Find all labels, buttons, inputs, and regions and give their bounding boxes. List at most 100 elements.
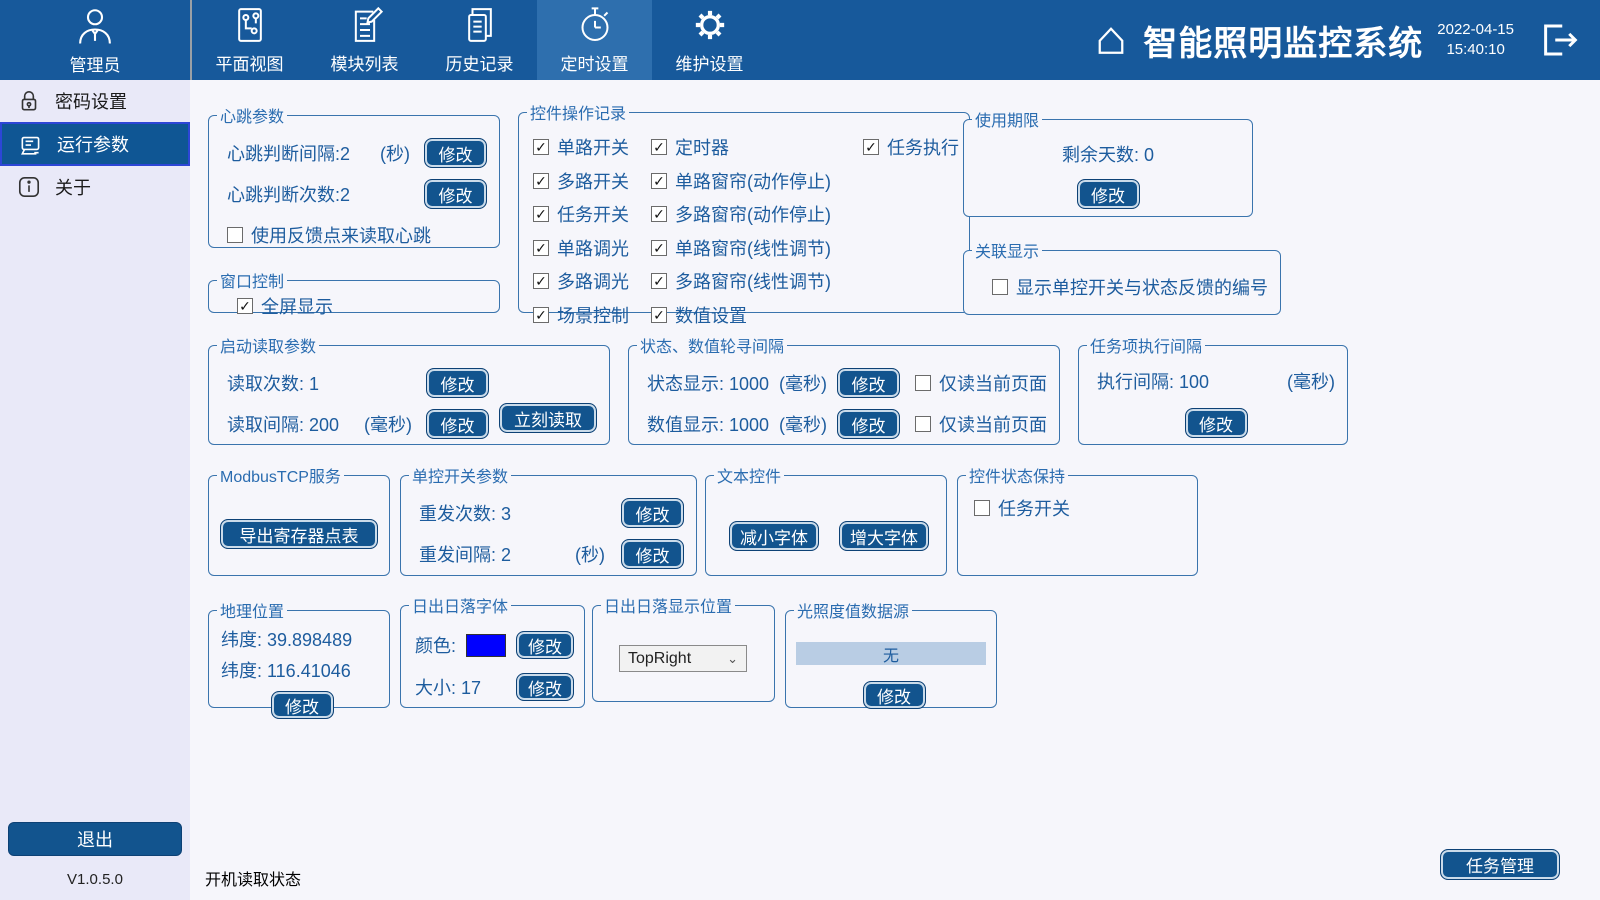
assoc-checkbox[interactable]: 显示单控开关与状态反馈的编号 (992, 274, 1268, 300)
checkbox-label: 场景控制 (557, 302, 629, 328)
record-checkbox[interactable]: ✓多路开关 (533, 168, 651, 194)
nav-plan-view[interactable]: 平面视图 (192, 0, 307, 80)
checkbox-label: 单路窗帘(线性调节) (675, 235, 831, 261)
record-column-1: ✓单路开关 ✓多路开关 ✓任务开关 ✓单路调光 ✓多路调光 ✓场景控制 (533, 134, 651, 328)
home-icon (1093, 22, 1129, 58)
color-label: 颜色: (415, 632, 456, 658)
checkbox-box (974, 500, 990, 516)
task-switch-checkbox[interactable]: 任务开关 (974, 495, 1070, 521)
record-checkbox[interactable]: ✓多路窗帘(线性调节) (651, 268, 863, 294)
gear-icon (690, 5, 730, 45)
record-checkbox[interactable]: ✓单路开关 (533, 134, 651, 160)
panel-title: ModbusTCP服务 (217, 463, 344, 487)
version-text: V1.0.5.0 (0, 871, 190, 888)
record-checkbox[interactable]: ✓场景控制 (533, 302, 651, 328)
increase-font-button[interactable]: 增大字体 (839, 521, 929, 551)
checkbox-label: 定时器 (675, 134, 729, 160)
read-interval-label: 读取间隔: 200 (227, 411, 339, 437)
exit-button[interactable]: 退出 (8, 822, 182, 856)
panel-sunrise-font: 日出日落字体 颜色: 修改 大小: 17 修改 (400, 593, 585, 708)
time-text: 15:40:10 (1437, 40, 1514, 60)
user-block[interactable]: 管理员 (0, 0, 190, 80)
record-checkbox[interactable]: ✓ 单路窗帘(线性调节) (651, 235, 863, 261)
heartbeat-count-modify-button[interactable]: 修改 (424, 179, 487, 209)
checkbox-box: ✓ (651, 240, 667, 256)
status-display-modify-button[interactable]: 修改 (837, 368, 900, 398)
nav-module-list[interactable]: 模块列表 (307, 0, 422, 80)
record-checkbox[interactable]: ✓任务开关 (533, 201, 651, 227)
record-checkbox[interactable]: ✓ 多路调光 (533, 268, 651, 294)
retry-interval-modify-button[interactable]: 修改 (621, 539, 684, 569)
remaining-days-label: 剩余天数: 0 (1062, 141, 1154, 167)
panel-title: 启动读取参数 (217, 333, 319, 357)
panel-window-control: 窗口控制 ✓ 全屏显示 (208, 268, 500, 313)
record-checkbox[interactable]: ✓单路调光 (533, 235, 651, 261)
status-current-page-checkbox[interactable]: 仅读当前页面 (915, 370, 1047, 396)
value-display-modify-button[interactable]: 修改 (837, 409, 900, 439)
checkbox-label: 任务开关 (557, 201, 629, 227)
checkbox-box: ✓ (651, 139, 667, 155)
panel-task-exec-interval: 任务项执行间隔 执行间隔: 100 (毫秒) 修改 (1078, 333, 1348, 445)
sidebar-item-about[interactable]: 关于 (0, 166, 190, 208)
geo-modify-button[interactable]: 修改 (271, 691, 334, 719)
lux-source-modify-button[interactable]: 修改 (863, 681, 926, 709)
retry-count-modify-button[interactable]: 修改 (621, 498, 684, 528)
sunrise-position-select[interactable]: TopRight ⌄ (619, 645, 747, 672)
panel-usage-period: 使用期限 剩余天数: 0 修改 (963, 107, 1253, 217)
exec-interval-label: 执行间隔: 100 (1097, 368, 1209, 394)
font-color-swatch[interactable] (466, 634, 506, 657)
read-interval-modify-button[interactable]: 修改 (426, 409, 489, 439)
record-checkbox[interactable]: ✓任务执行 (863, 134, 959, 160)
record-checkbox[interactable]: ✓单路窗帘(动作停止) (651, 168, 863, 194)
exec-interval-modify-button[interactable]: 修改 (1185, 408, 1248, 438)
checkbox-label: 多路调光 (557, 268, 629, 294)
heartbeat-interval-modify-button[interactable]: 修改 (424, 138, 487, 168)
fullscreen-checkbox[interactable]: ✓ 全屏显示 (237, 293, 333, 319)
module-list-icon (345, 5, 385, 45)
read-interval-unit: (毫秒) (364, 411, 412, 437)
checkbox-box (227, 227, 243, 243)
checkbox-box (915, 375, 931, 391)
checkbox-label: 仅读当前页面 (939, 411, 1047, 437)
exec-interval-unit: (毫秒) (1287, 368, 1335, 394)
header: 管理员 平面视图 模块列表 (0, 0, 1600, 80)
feedback-heartbeat-checkbox[interactable]: 使用反馈点来读取心跳 (227, 222, 431, 248)
stopwatch-icon (575, 5, 615, 45)
font-size-modify-button[interactable]: 修改 (516, 673, 574, 701)
value-current-page-checkbox[interactable]: 仅读当前页面 (915, 411, 1047, 437)
decrease-font-button[interactable]: 减小字体 (729, 521, 819, 551)
select-value: TopRight (628, 650, 691, 668)
panel-text-widget: 文本控件 减小字体 增大字体 (705, 463, 947, 576)
checkbox-label: 单路开关 (557, 134, 629, 160)
checkbox-box: ✓ (533, 240, 549, 256)
record-checkbox[interactable]: ✓多路窗帘(动作停止) (651, 201, 863, 227)
checkbox-label: 显示单控开关与状态反馈的编号 (1016, 274, 1268, 300)
expiry-modify-button[interactable]: 修改 (1077, 179, 1140, 209)
task-manage-button[interactable]: 任务管理 (1440, 849, 1560, 880)
nav-maintenance-settings[interactable]: 维护设置 (652, 0, 767, 80)
checkbox-box: ✓ (533, 273, 549, 289)
record-column-3: ✓任务执行 (863, 134, 959, 328)
longitude-label: 纬度: 116.41046 (221, 657, 351, 683)
sidebar-item-run-parameters[interactable]: 运行参数 (0, 122, 190, 166)
read-now-button[interactable]: 立刻读取 (499, 403, 597, 433)
main-content: 心跳参数 心跳判断间隔:2 (秒) 修改 心跳判断次数:2 修改 使用反馈点来读… (190, 80, 1600, 900)
record-checkbox[interactable]: ✓数值设置 (651, 302, 863, 328)
sidebar-item-label: 密码设置 (55, 88, 127, 114)
sidebar-item-label: 运行参数 (57, 131, 129, 157)
checkbox-box: ✓ (651, 173, 667, 189)
logout-button[interactable] (1536, 0, 1578, 80)
read-count-modify-button[interactable]: 修改 (426, 368, 489, 398)
heartbeat-interval-label: 心跳判断间隔:2 (227, 140, 350, 166)
checkbox-label: 多路窗帘(线性调节) (675, 268, 831, 294)
nav-history[interactable]: 历史记录 (422, 0, 537, 80)
datetime: 2022-04-15 15:40:10 (1437, 0, 1514, 80)
panel-title: 控件状态保持 (966, 463, 1068, 487)
sidebar-item-password-settings[interactable]: 密码设置 (0, 80, 190, 122)
nav-timer-settings[interactable]: 定时设置 (537, 0, 652, 80)
record-checkbox[interactable]: ✓ 定时器 (651, 134, 863, 160)
date-text: 2022-04-15 (1437, 20, 1514, 40)
heartbeat-count-label: 心跳判断次数:2 (227, 181, 350, 207)
font-color-modify-button[interactable]: 修改 (516, 631, 574, 659)
export-register-table-button[interactable]: 导出寄存器点表 (220, 519, 378, 549)
